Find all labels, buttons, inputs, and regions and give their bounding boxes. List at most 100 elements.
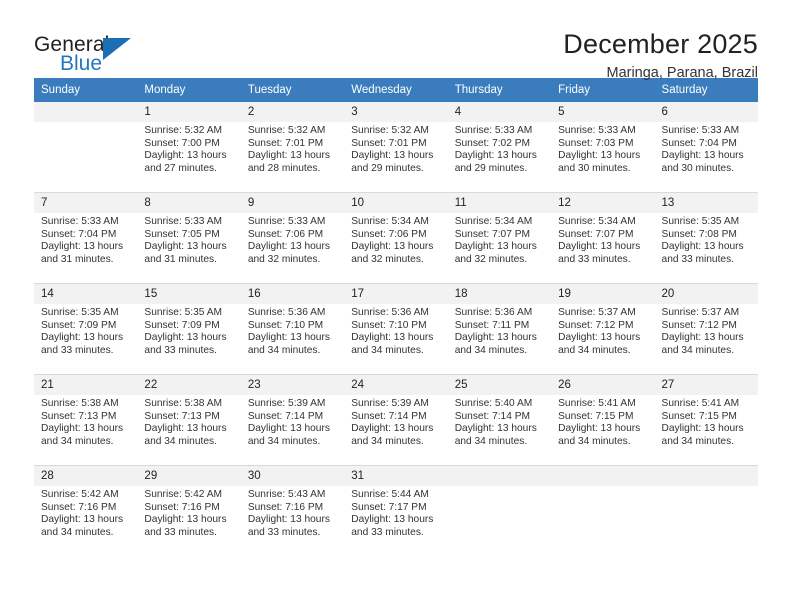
calendar-day-cell[interactable]: 10 Sunrise: 5:34 AM Sunset: 7:06 PM Dayligh…	[344, 192, 448, 284]
calendar-day-cell[interactable]: 5 Sunrise: 5:33 AM Sunset: 7:03 PM Daylight…	[551, 102, 655, 193]
day-number: 3	[344, 102, 448, 122]
calendar-day-cell[interactable]: 31 Sunrise: 5:44 AM Sunset: 7:17 PM Dayligh…	[344, 465, 448, 556]
daylight-text-line2: and 32 minutes.	[351, 253, 424, 265]
day-number: 25	[447, 375, 552, 395]
sunrise-text: Sunrise: 5:43 AM	[247, 489, 326, 500]
sunset-text: Sunset: 7:04 PM	[41, 228, 117, 240]
day-number: 27	[654, 375, 758, 395]
day-number: 21	[34, 375, 138, 395]
day-details: Sunrise: 5:39 AM Sunset: 7:14 PM Daylight:…	[344, 395, 447, 448]
daylight-text-line1: Daylight: 13 hours	[247, 423, 330, 435]
calendar-day-cell[interactable]: 7 Sunrise: 5:33 AM Sunset: 7:04 PM Daylight…	[34, 192, 138, 284]
weekday-header-wednesday: Wednesday	[344, 78, 448, 102]
day-details: Sunrise: 5:41 AM Sunset: 7:15 PM Daylight:…	[551, 395, 654, 448]
day-details: Sunrise: 5:35 AM Sunset: 7:08 PM Daylight:…	[655, 213, 758, 266]
day-details: Sunrise: 5:37 AM Sunset: 7:12 PM Daylight:…	[551, 304, 654, 357]
day-details: Sunrise: 5:42 AM Sunset: 7:16 PM Daylight:…	[137, 486, 240, 539]
sunset-text: Sunset: 7:16 PM	[41, 501, 117, 513]
calendar-day-cell[interactable]: 17 Sunrise: 5:36 AM Sunset: 7:10 PM Dayligh…	[344, 283, 448, 375]
sunrise-text: Sunrise: 5:37 AM	[558, 307, 636, 318]
daylight-text-line2: and 31 minutes.	[41, 253, 114, 265]
daylight-text-line1: Daylight: 13 hours	[41, 514, 124, 526]
calendar-day-cell[interactable]: 16 Sunrise: 5:36 AM Sunset: 7:10 PM Dayligh…	[240, 283, 345, 375]
calendar-day-cell[interactable]: 13 Sunrise: 5:35 AM Sunset: 7:08 PM Dayligh…	[654, 192, 758, 284]
day-number: 13	[654, 193, 758, 213]
calendar-day-cell[interactable]: 19 Sunrise: 5:37 AM Sunset: 7:12 PM Dayligh…	[551, 283, 655, 375]
day-details: Sunrise: 5:37 AM Sunset: 7:12 PM Daylight:…	[655, 304, 758, 357]
day-number: 9	[240, 193, 345, 213]
calendar-day-cell[interactable]: 18 Sunrise: 5:36 AM Sunset: 7:11 PM Dayligh…	[447, 283, 552, 375]
calendar-day-cell[interactable]: 22 Sunrise: 5:38 AM Sunset: 7:13 PM Dayligh…	[137, 374, 241, 466]
weekday-header-thursday: Thursday	[447, 78, 552, 102]
calendar-day-cell[interactable]: 12 Sunrise: 5:34 AM Sunset: 7:07 PM Dayligh…	[551, 192, 655, 284]
daylight-text-line2: and 34 minutes.	[144, 435, 217, 447]
sunset-text: Sunset: 7:09 PM	[41, 319, 117, 331]
day-number	[34, 102, 138, 122]
daylight-text-line2: and 31 minutes.	[144, 253, 217, 265]
calendar-day-cell[interactable]: 6 Sunrise: 5:33 AM Sunset: 7:04 PM Daylight…	[654, 102, 758, 193]
day-details: Sunrise: 5:35 AM Sunset: 7:09 PM Daylight:…	[137, 304, 240, 357]
day-cell-inner: 24 Sunrise: 5:39 AM Sunset: 7:14 PM Dayligh…	[344, 375, 448, 465]
sunset-text: Sunset: 7:10 PM	[247, 319, 324, 331]
sunset-text: Sunset: 7:13 PM	[144, 410, 220, 422]
calendar-day-cell[interactable]: 15 Sunrise: 5:35 AM Sunset: 7:09 PM Dayligh…	[137, 283, 241, 375]
calendar-day-cell[interactable]: 2 Sunrise: 5:32 AM Sunset: 7:01 PM Daylight…	[240, 102, 345, 193]
day-number: 6	[654, 102, 758, 122]
day-details: Sunrise: 5:32 AM Sunset: 7:00 PM Daylight:…	[137, 122, 240, 175]
brand-logo[interactable]: General Blue	[34, 28, 174, 86]
day-details: Sunrise: 5:36 AM Sunset: 7:11 PM Daylight:…	[448, 304, 551, 357]
calendar-day-cell[interactable]: 29 Sunrise: 5:42 AM Sunset: 7:16 PM Dayligh…	[137, 465, 241, 556]
sunset-text: Sunset: 7:12 PM	[661, 319, 737, 331]
daylight-text-line2: and 33 minutes.	[558, 253, 631, 265]
sunset-text: Sunset: 7:06 PM	[351, 228, 427, 240]
day-details: Sunrise: 5:34 AM Sunset: 7:07 PM Daylight:…	[448, 213, 551, 266]
day-number: 12	[551, 193, 655, 213]
day-cell-inner: 10 Sunrise: 5:34 AM Sunset: 7:06 PM Dayligh…	[344, 193, 448, 283]
day-cell-inner: 19 Sunrise: 5:37 AM Sunset: 7:12 PM Dayligh…	[551, 284, 655, 374]
calendar-day-cell[interactable]: 24 Sunrise: 5:39 AM Sunset: 7:14 PM Dayligh…	[344, 374, 448, 466]
daylight-text-line2: and 28 minutes.	[247, 162, 321, 174]
calendar-day-cell[interactable]: 11 Sunrise: 5:34 AM Sunset: 7:07 PM Dayligh…	[447, 192, 552, 284]
calendar-day-cell[interactable]: 3 Sunrise: 5:32 AM Sunset: 7:01 PM Daylight…	[344, 102, 448, 193]
calendar-day-cell[interactable]: 21 Sunrise: 5:38 AM Sunset: 7:13 PM Dayligh…	[34, 374, 138, 466]
daylight-text-line1: Daylight: 13 hours	[351, 514, 434, 526]
calendar-day-cell[interactable]: 28 Sunrise: 5:42 AM Sunset: 7:16 PM Dayligh…	[34, 465, 138, 556]
daylight-text-line2: and 34 minutes.	[41, 526, 114, 538]
daylight-text-line2: and 33 minutes.	[661, 253, 735, 265]
calendar-day-cell[interactable]: 4 Sunrise: 5:33 AM Sunset: 7:02 PM Daylight…	[447, 102, 552, 193]
sunrise-text: Sunrise: 5:35 AM	[661, 216, 740, 227]
daylight-text-line2: and 29 minutes.	[454, 162, 528, 174]
daylight-text-line2: and 33 minutes.	[41, 344, 114, 356]
daylight-text-line2: and 34 minutes.	[454, 435, 528, 447]
calendar-day-cell[interactable]: 1 Sunrise: 5:32 AM Sunset: 7:00 PM Daylight…	[137, 102, 241, 193]
sunset-text: Sunset: 7:14 PM	[454, 410, 531, 422]
calendar-day-cell[interactable]: 30 Sunrise: 5:43 AM Sunset: 7:16 PM Dayligh…	[240, 465, 345, 556]
calendar-day-cell[interactable]: 26 Sunrise: 5:41 AM Sunset: 7:15 PM Dayligh…	[551, 374, 655, 466]
daylight-text-line2: and 34 minutes.	[558, 344, 631, 356]
triangle-icon	[103, 38, 131, 60]
day-cell-inner: 12 Sunrise: 5:34 AM Sunset: 7:07 PM Dayligh…	[551, 193, 655, 283]
calendar-day-cell[interactable]: 27 Sunrise: 5:41 AM Sunset: 7:15 PM Dayligh…	[654, 374, 758, 466]
daylight-text-line1: Daylight: 13 hours	[558, 423, 641, 435]
daylight-text-line1: Daylight: 13 hours	[661, 150, 744, 162]
day-cell-inner	[551, 466, 655, 556]
day-number: 18	[447, 284, 552, 304]
sunrise-text: Sunrise: 5:36 AM	[351, 307, 429, 318]
page-header: General Blue December 2025 Maringa, Para…	[34, 0, 758, 81]
day-details: Sunrise: 5:43 AM Sunset: 7:16 PM Daylight:…	[241, 486, 344, 539]
sunrise-text: Sunrise: 5:32 AM	[247, 125, 326, 136]
calendar-day-cell[interactable]: 25 Sunrise: 5:40 AM Sunset: 7:14 PM Dayligh…	[447, 374, 552, 466]
calendar-day-cell[interactable]: 14 Sunrise: 5:35 AM Sunset: 7:09 PM Dayligh…	[34, 283, 138, 375]
sunrise-text: Sunrise: 5:38 AM	[41, 398, 119, 409]
calendar-day-cell[interactable]: 8 Sunrise: 5:33 AM Sunset: 7:05 PM Daylight…	[137, 192, 241, 284]
day-number: 16	[240, 284, 345, 304]
daylight-text-line2: and 34 minutes.	[661, 435, 735, 447]
sunrise-text: Sunrise: 5:32 AM	[351, 125, 429, 136]
calendar-grid: Sunday Monday Tuesday Wednesday Thursday…	[34, 78, 758, 556]
calendar-day-cell[interactable]: 23 Sunrise: 5:39 AM Sunset: 7:14 PM Dayligh…	[240, 374, 345, 466]
sunrise-text: Sunrise: 5:35 AM	[41, 307, 119, 318]
sunset-text: Sunset: 7:11 PM	[454, 319, 530, 331]
calendar-day-cell[interactable]: 9 Sunrise: 5:33 AM Sunset: 7:06 PM Daylight…	[240, 192, 345, 284]
page-title: December 2025	[563, 29, 758, 59]
calendar-day-cell[interactable]: 20 Sunrise: 5:37 AM Sunset: 7:12 PM Dayligh…	[654, 283, 758, 375]
